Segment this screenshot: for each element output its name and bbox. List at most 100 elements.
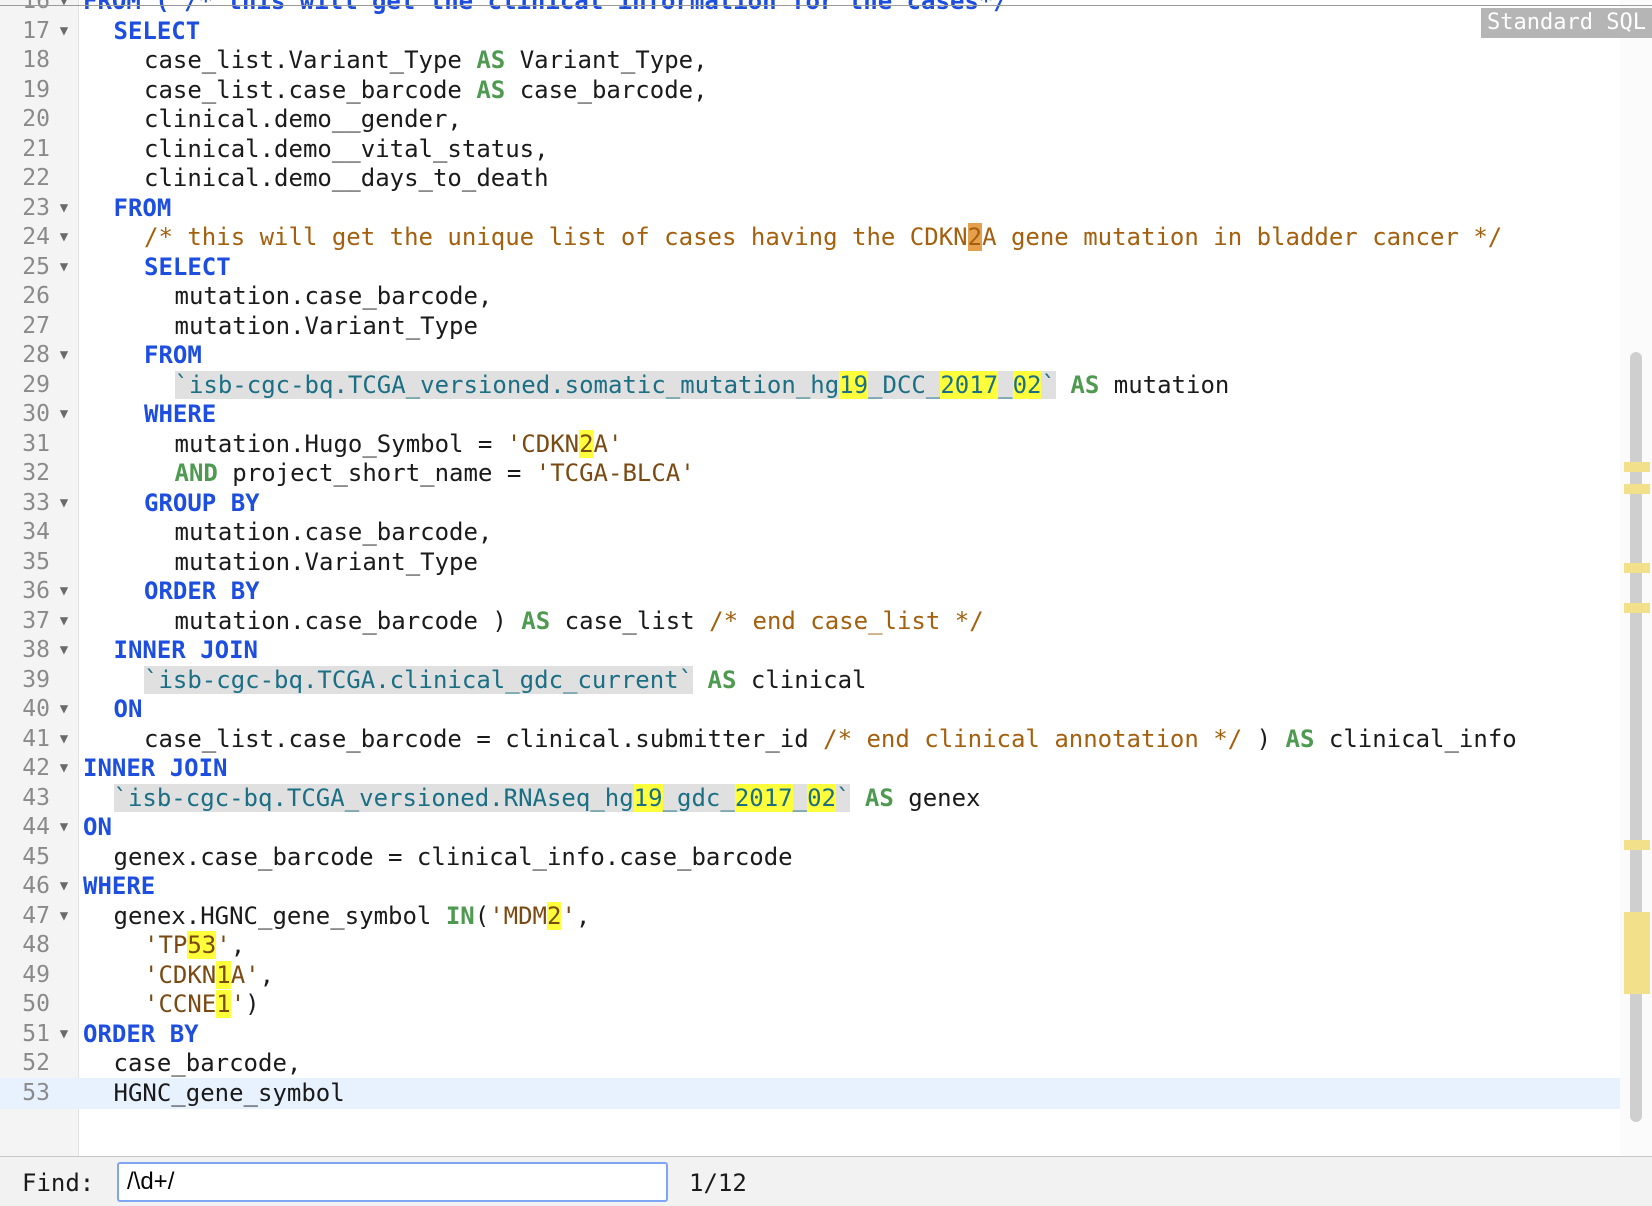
code-text[interactable]: 'CDKN1A', [144,960,274,991]
code-line[interactable]: 44 ▼ ON [0,812,1652,843]
code-token: 'TP [144,931,188,959]
code-line[interactable]: 36 ▼ ORDER BY [0,576,1652,607]
code-editor[interactable]: 16 ▼ FROM ( /* this will get the clinical … [0,0,1652,1156]
code-line[interactable]: 38 ▼ INNER JOIN [0,635,1652,666]
fold-toggle-icon[interactable]: ▼ [56,399,72,430]
code-line[interactable]: 53 HGNC_gene_symbol [0,1077,1652,1109]
code-line[interactable]: 28 ▼ FROM [0,340,1652,371]
vertical-scrollbar[interactable] [1620,0,1652,1156]
code-line[interactable]: 23 ▼ FROM [0,193,1652,224]
code-text[interactable]: ON [114,694,143,725]
code-line[interactable]: 34 mutation.case_barcode, [0,517,1652,548]
code-text[interactable]: mutation.Variant_Type [175,311,478,342]
fold-toggle-icon[interactable]: ▼ [56,16,72,47]
code-line[interactable]: 22 clinical.demo__days_to_death [0,163,1652,194]
code-line[interactable]: 16 ▼ FROM ( /* this will get the clinical … [0,0,1652,17]
code-line[interactable]: 46 ▼ WHERE [0,871,1652,902]
code-text[interactable]: clinical.demo__gender, [144,104,462,135]
code-text[interactable]: WHERE [83,871,155,902]
code-line[interactable]: 25 ▼ SELECT [0,252,1652,283]
code-text[interactable]: case_list.case_barcode AS case_barcode, [144,75,708,106]
code-line[interactable]: 18 case_list.Variant_Type AS Variant_Type… [0,45,1652,76]
code-line[interactable]: 45 genex.case_barcode = clinical_info.cas… [0,842,1652,873]
code-line[interactable]: 49 'CDKN1A', [0,960,1652,991]
code-line[interactable]: 48 'TP53', [0,930,1652,961]
fold-toggle-icon[interactable]: ▼ [56,724,72,755]
code-text[interactable]: GROUP BY [144,488,260,519]
fold-toggle-icon[interactable]: ▼ [56,193,72,224]
code-text[interactable]: case_barcode, [114,1048,302,1079]
code-line[interactable]: 43 `isb-cgc-bq.TCGA_versioned.RNAseq_hg19… [0,783,1652,814]
fold-toggle-icon[interactable]: ▼ [56,0,72,17]
code-text[interactable]: `isb-cgc-bq.TCGA.clinical_gdc_current` A… [144,665,866,696]
code-line[interactable]: 29 `isb-cgc-bq.TCGA_versioned.somatic_mut… [0,370,1652,401]
fold-toggle-icon[interactable]: ▼ [56,252,72,283]
code-text[interactable]: AND project_short_name = 'TCGA-BLCA' [175,458,695,489]
fold-toggle-icon[interactable]: ▼ [56,901,72,932]
code-line[interactable]: 47 ▼ genex.HGNC_gene_symbol IN('MDM2', [0,901,1652,932]
code-line[interactable]: 50 'CCNE1') [0,989,1652,1020]
fold-toggle-icon[interactable]: ▼ [56,488,72,519]
code-text[interactable]: FROM [114,193,172,224]
code-text[interactable]: clinical.demo__vital_status, [144,134,549,165]
code-line[interactable]: 35 mutation.Variant_Type [0,547,1652,578]
code-line[interactable]: 51 ▼ ORDER BY [0,1019,1652,1050]
fold-toggle-icon[interactable]: ▼ [56,694,72,725]
code-line[interactable]: 17 ▼ SELECT [0,16,1652,47]
fold-toggle-icon[interactable]: ▼ [56,340,72,371]
code-text[interactable]: case_list.case_barcode = clinical.submit… [144,724,1517,755]
code-text[interactable]: FROM ( /* this will get the clinical inf… [83,0,1008,17]
code-text[interactable]: WHERE [144,399,216,430]
code-text[interactable]: `isb-cgc-bq.TCGA_versioned.RNAseq_hg19_g… [113,783,981,814]
code-line[interactable]: 30 ▼ WHERE [0,399,1652,430]
code-text[interactable]: `isb-cgc-bq.TCGA_versioned.somatic_mutat… [174,370,1229,401]
code-line[interactable]: 52 case_barcode, [0,1048,1652,1079]
code-text[interactable]: mutation.case_barcode, [175,517,493,548]
code-text[interactable]: clinical.demo__days_to_death [144,163,549,194]
code-text[interactable]: 'CCNE1') [144,989,260,1020]
code-line[interactable]: 32 AND project_short_name = 'TCGA-BLCA' [0,458,1652,489]
fold-toggle-icon[interactable]: ▼ [56,753,72,784]
code-line[interactable]: 39 `isb-cgc-bq.TCGA.clinical_gdc_current`… [0,665,1652,696]
code-text[interactable]: SELECT [144,252,231,283]
code-line[interactable]: 40 ▼ ON [0,694,1652,725]
code-line[interactable]: 33 ▼ GROUP BY [0,488,1652,519]
code-line[interactable]: 21 clinical.demo__vital_status, [0,134,1652,165]
code-text[interactable]: mutation.case_barcode, [175,281,493,312]
find-input[interactable] [117,1162,668,1202]
search-match: 2017 [734,783,793,812]
code-text[interactable]: 'TP53', [144,930,245,961]
code-text[interactable]: SELECT [114,16,201,47]
code-text[interactable]: ORDER BY [144,576,260,607]
code-text[interactable]: ORDER BY [83,1019,199,1050]
code-text[interactable]: HGNC_gene_symbol [114,1078,345,1109]
code-text[interactable]: ON [83,812,112,843]
code-text[interactable]: INNER JOIN [114,635,259,666]
fold-toggle-icon[interactable]: ▼ [56,812,72,843]
code-line[interactable]: 26 mutation.case_barcode, [0,281,1652,312]
code-line[interactable]: 19 case_list.case_barcode AS case_barcode… [0,75,1652,106]
code-line[interactable]: 41 ▼ case_list.case_barcode = clinical.sub… [0,724,1652,755]
code-text[interactable]: genex.case_barcode = clinical_info.case_… [114,842,793,873]
fold-toggle-icon[interactable]: ▼ [56,635,72,666]
code-line[interactable]: 20 clinical.demo__gender, [0,104,1652,135]
code-text[interactable]: mutation.Hugo_Symbol = 'CDKN2A' [175,429,622,460]
fold-toggle-icon[interactable]: ▼ [56,222,72,253]
code-area[interactable]: 16 ▼ FROM ( /* this will get the clinical … [0,0,1652,1156]
fold-toggle-icon[interactable]: ▼ [56,871,72,902]
code-text[interactable]: INNER JOIN [83,753,228,784]
code-text[interactable]: mutation.case_barcode ) AS case_list /* … [175,606,984,637]
code-text[interactable]: mutation.Variant_Type [175,547,478,578]
fold-toggle-icon[interactable]: ▼ [56,576,72,607]
code-text[interactable]: case_list.Variant_Type AS Variant_Type, [144,45,708,76]
code-line[interactable]: 37 ▼ mutation.case_barcode ) AS case_list … [0,606,1652,637]
code-text[interactable]: genex.HGNC_gene_symbol IN('MDM2', [114,901,590,932]
code-text[interactable]: /* this will get the unique list of case… [144,222,1502,253]
code-line[interactable]: 27 mutation.Variant_Type [0,311,1652,342]
code-line[interactable]: 31 mutation.Hugo_Symbol = 'CDKN2A' [0,429,1652,460]
code-line[interactable]: 42 ▼ INNER JOIN [0,753,1652,784]
code-line[interactable]: 24 ▼ /* this will get the unique list of c… [0,222,1652,253]
fold-toggle-icon[interactable]: ▼ [56,606,72,637]
code-text[interactable]: FROM [144,340,202,371]
fold-toggle-icon[interactable]: ▼ [56,1019,72,1050]
